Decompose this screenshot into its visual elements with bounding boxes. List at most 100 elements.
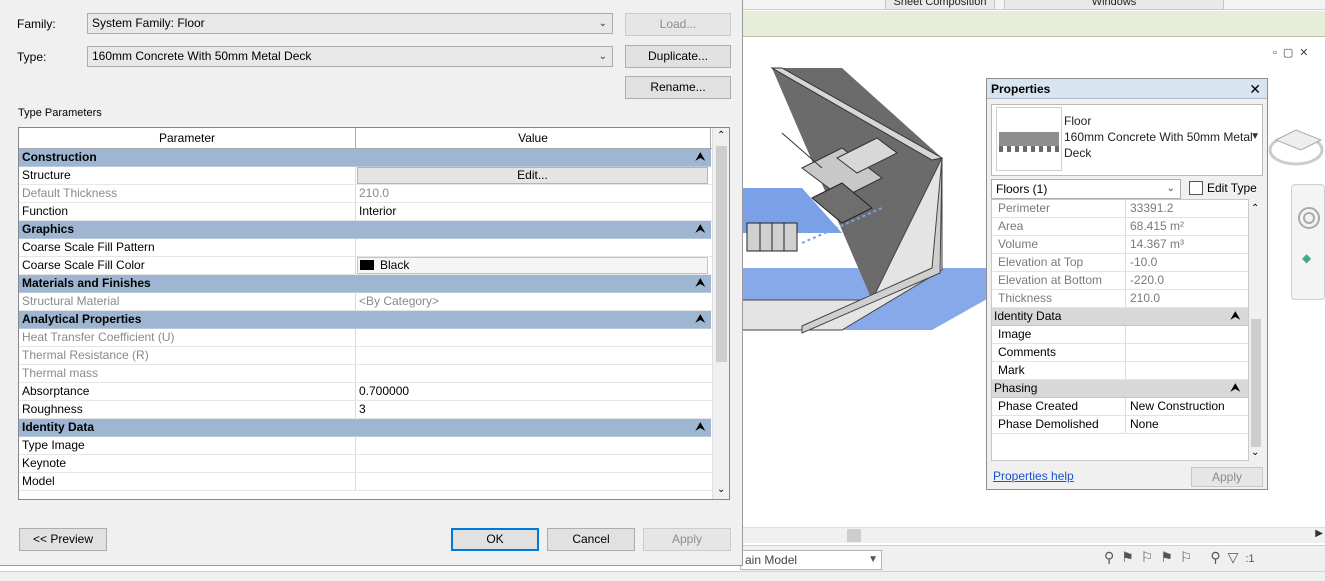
chevron-down-icon: ⌄ bbox=[598, 18, 607, 29]
property-row[interactable]: Elevation at Top -10.0 bbox=[992, 254, 1248, 272]
property-row[interactable]: Elevation at Bottom -220.0 bbox=[992, 272, 1248, 290]
parameter-row[interactable]: Function Interior bbox=[19, 203, 729, 221]
property-row[interactable]: Area 68.415 m² bbox=[992, 218, 1248, 236]
color-swatch bbox=[360, 260, 374, 270]
family-label: Family: bbox=[17, 17, 56, 31]
status-bar: ain Model ▼ ⚲⚑⚐⚑⚐ ⚲▽:1 bbox=[740, 545, 1325, 571]
property-row[interactable]: Phase Demolished None bbox=[992, 416, 1248, 434]
load-button[interactable]: Load... bbox=[625, 13, 731, 36]
parameter-row[interactable]: Thermal Resistance (R) bbox=[19, 347, 729, 365]
parameter-row[interactable]: Thermal mass bbox=[19, 365, 729, 383]
chevron-down-icon[interactable]: ▼ bbox=[1250, 131, 1260, 142]
options-bar bbox=[742, 11, 1325, 37]
group-header-phasing[interactable]: Phasing ⮝ bbox=[992, 380, 1248, 398]
property-row[interactable]: Phase Created New Construction bbox=[992, 398, 1248, 416]
parameter-row[interactable]: Heat Transfer Coefficient (U) bbox=[19, 329, 729, 347]
grid-header: Parameter Value bbox=[19, 128, 729, 149]
parameter-row[interactable]: Structure Edit... bbox=[19, 167, 729, 185]
active-workset-combo[interactable]: ain Model ▼ bbox=[740, 550, 882, 570]
properties-apply-button[interactable]: Apply bbox=[1191, 467, 1263, 487]
family-dropdown[interactable]: System Family: Floor ⌄ bbox=[87, 13, 613, 34]
property-row[interactable]: Perimeter 33391.2 bbox=[992, 200, 1248, 218]
collapse-icon[interactable]: ⮝ bbox=[1231, 380, 1240, 397]
property-row[interactable]: Thickness 210.0 bbox=[992, 290, 1248, 308]
parameter-row[interactable]: Structural Material <By Category> bbox=[19, 293, 729, 311]
view-window-controls[interactable]: ▫▢✕ bbox=[1273, 46, 1315, 59]
chevron-up-icon[interactable]: ⌃ bbox=[1251, 203, 1259, 214]
chevron-down-icon[interactable]: ⌄ bbox=[1251, 447, 1259, 458]
color-picker-button[interactable]: Black bbox=[357, 257, 708, 274]
property-row[interactable]: Image bbox=[992, 326, 1248, 344]
parameter-row[interactable]: Default Thickness 210.0 bbox=[19, 185, 729, 203]
properties-scrollbar[interactable]: ⌃ ⌄ bbox=[1249, 199, 1263, 461]
group-header-identity-data[interactable]: Identity Data ⮝ bbox=[19, 419, 711, 437]
selection-count: :1 bbox=[1245, 553, 1255, 565]
scroll-thumb[interactable] bbox=[1251, 319, 1261, 447]
apply-button[interactable]: Apply bbox=[643, 528, 731, 551]
group-header-identity-data[interactable]: Identity Data ⮝ bbox=[992, 308, 1248, 326]
selection-filter-icons[interactable]: ⚲⚑⚐⚑⚐ ⚲▽:1 bbox=[1104, 549, 1255, 566]
collapse-icon[interactable]: ⮝ bbox=[696, 419, 705, 436]
property-row[interactable]: Volume 14.367 m³ bbox=[992, 236, 1248, 254]
chevron-down-icon: ▼ bbox=[868, 554, 878, 565]
column-header-value[interactable]: Value bbox=[356, 128, 711, 148]
scroll-right-icon[interactable]: ▶ bbox=[1315, 528, 1323, 539]
parameter-row[interactable]: Absorptance 0.700000 bbox=[19, 383, 729, 401]
parameter-row[interactable]: Coarse Scale Fill Pattern bbox=[19, 239, 729, 257]
properties-palette: Properties ✕ Floor 160mm Concrete With 5… bbox=[986, 78, 1268, 490]
chevron-down-icon: ⌄ bbox=[1166, 183, 1175, 194]
ribbon-strip: Sheet Composition Windows bbox=[742, 0, 1325, 10]
type-properties-dialog: Family: System Family: Floor ⌄ Load... T… bbox=[0, 0, 743, 566]
parameter-row[interactable]: Coarse Scale Fill Color Black bbox=[19, 257, 729, 275]
parameter-row[interactable]: Roughness 3 bbox=[19, 401, 729, 419]
viewcube[interactable] bbox=[1266, 100, 1325, 180]
edit-type-icon bbox=[1189, 181, 1203, 195]
type-label: Type: bbox=[17, 50, 47, 64]
ok-button[interactable]: OK bbox=[451, 528, 539, 551]
parameter-row[interactable]: Model bbox=[19, 473, 729, 491]
parameter-row[interactable]: Type Image bbox=[19, 437, 729, 455]
chevron-down-icon: ⌄ bbox=[598, 51, 607, 62]
property-row[interactable]: Mark bbox=[992, 362, 1248, 380]
parameter-row[interactable]: Keynote bbox=[19, 455, 729, 473]
group-header-graphics[interactable]: Graphics ⮝ bbox=[19, 221, 711, 239]
bottom-strip bbox=[0, 571, 1325, 581]
duplicate-button[interactable]: Duplicate... bbox=[625, 45, 731, 68]
cancel-button[interactable]: Cancel bbox=[547, 528, 635, 551]
scroll-thumb[interactable] bbox=[716, 146, 727, 362]
collapse-icon[interactable]: ⮝ bbox=[696, 275, 705, 292]
instance-filter-row: Floors (1) ⌄ Edit Type bbox=[991, 179, 1263, 199]
preview-button[interactable]: << Preview bbox=[19, 528, 107, 551]
grid-scrollbar[interactable]: ⌃ ⌄ bbox=[712, 128, 729, 499]
column-header-parameter[interactable]: Parameter bbox=[19, 128, 356, 148]
navigation-bar[interactable]: ◆ bbox=[1291, 184, 1325, 300]
rename-button[interactable]: Rename... bbox=[625, 76, 731, 99]
type-dropdown[interactable]: 160mm Concrete With 50mm Metal Deck ⌄ bbox=[87, 46, 613, 67]
scroll-thumb[interactable] bbox=[847, 529, 861, 542]
group-header-analytical[interactable]: Analytical Properties ⮝ bbox=[19, 311, 711, 329]
collapse-icon[interactable]: ⮝ bbox=[696, 311, 705, 328]
ribbon-tab-windows[interactable]: Windows bbox=[1004, 0, 1224, 10]
collapse-icon[interactable]: ⮝ bbox=[696, 221, 705, 238]
type-selector[interactable]: Floor 160mm Concrete With 50mm Metal Dec… bbox=[991, 104, 1263, 176]
view-horizontal-scrollbar[interactable]: ▶ bbox=[742, 527, 1325, 543]
close-icon[interactable]: ✕ bbox=[1249, 79, 1261, 99]
properties-help-link[interactable]: Properties help bbox=[993, 469, 1074, 483]
edit-type-button[interactable]: Edit Type bbox=[1189, 179, 1257, 199]
group-header-construction[interactable]: Construction ⮝ bbox=[19, 149, 711, 167]
properties-grid: Perimeter 33391.2 Area 68.415 m² Volume 14.… bbox=[991, 199, 1249, 461]
zoom-icon[interactable]: ◆ bbox=[1302, 251, 1311, 265]
instance-filter-dropdown[interactable]: Floors (1) ⌄ bbox=[991, 179, 1181, 199]
type-selector-name: Floor 160mm Concrete With 50mm Metal Dec… bbox=[1064, 114, 1253, 160]
group-header-materials[interactable]: Materials and Finishes ⮝ bbox=[19, 275, 711, 293]
floor-type-thumbnail bbox=[996, 107, 1062, 171]
properties-title-bar: Properties ✕ bbox=[987, 79, 1267, 99]
type-parameters-grid: Parameter Value Construction ⮝ Structure … bbox=[18, 127, 730, 500]
property-row[interactable]: Comments bbox=[992, 344, 1248, 362]
chevron-up-icon[interactable]: ⌃ bbox=[717, 130, 725, 141]
collapse-icon[interactable]: ⮝ bbox=[1231, 308, 1240, 325]
chevron-down-icon[interactable]: ⌄ bbox=[717, 484, 725, 495]
collapse-icon[interactable]: ⮝ bbox=[696, 149, 705, 166]
ribbon-tab-sheet-composition[interactable]: Sheet Composition bbox=[885, 0, 995, 10]
structure-edit-button[interactable]: Edit... bbox=[357, 167, 708, 184]
